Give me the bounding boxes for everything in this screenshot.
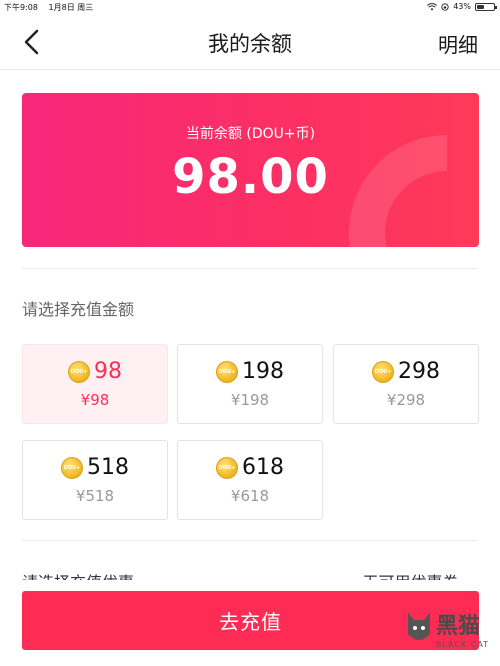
recharge-option-618[interactable]: DOU+ 618 ¥618 bbox=[177, 440, 323, 520]
option-amount: 518 bbox=[87, 455, 129, 480]
status-right: 43% bbox=[427, 2, 497, 11]
option-price: ¥618 bbox=[230, 487, 270, 505]
balance-card: 当前余额 (DOU+币) 98.00 bbox=[22, 93, 479, 247]
option-price: ¥298 bbox=[386, 391, 426, 409]
lock-rotation-icon bbox=[441, 2, 449, 11]
page-title: 我的余额 bbox=[208, 32, 292, 56]
divider bbox=[22, 268, 478, 269]
recharge-option-198[interactable]: DOU+ 198 ¥198 bbox=[177, 344, 323, 424]
option-price: ¥198 bbox=[230, 391, 270, 409]
watermark-sub: BLACK CAT bbox=[436, 640, 490, 649]
option-amount: 98 bbox=[94, 359, 122, 384]
divider bbox=[22, 540, 478, 541]
balance-label: 当前余额 (DOU+币) bbox=[185, 126, 316, 142]
dou-coin-icon: DOU+ bbox=[68, 360, 90, 383]
recharge-option-298[interactable]: DOU+ 298 ¥298 bbox=[333, 344, 479, 424]
watermark: 黑猫 BLACK CAT bbox=[404, 602, 494, 662]
battery-icon bbox=[475, 2, 497, 11]
watermark-text: 黑猫 bbox=[436, 614, 481, 639]
balance-value: 98.00 bbox=[172, 149, 329, 205]
dou-coin-icon: DOU+ bbox=[216, 456, 238, 479]
battery-fill bbox=[477, 4, 484, 9]
discount-row[interactable]: 请选择充值优惠 无可用优惠券 › bbox=[22, 566, 478, 580]
option-price: ¥98 bbox=[80, 391, 110, 409]
detail-link[interactable]: 明细 bbox=[438, 29, 478, 58]
option-price: ¥518 bbox=[75, 487, 115, 505]
nav-bar: 我的余额 明细 bbox=[0, 14, 500, 70]
dou-coin-icon: DOU+ bbox=[372, 360, 394, 383]
status-bar: 下午9:08 1月8日 周三 43% bbox=[0, 0, 500, 14]
status-date: 1月8日 周三 bbox=[48, 3, 94, 12]
option-amount: 618 bbox=[242, 455, 284, 480]
recharge-option-518[interactable]: DOU+ 518 ¥518 bbox=[22, 440, 168, 520]
wifi-icon bbox=[427, 2, 438, 10]
battery-percent: 43% bbox=[453, 2, 471, 11]
dou-coin-icon: DOU+ bbox=[216, 360, 238, 383]
dou-coin-icon: DOU+ bbox=[61, 456, 83, 479]
status-left: 下午9:08 1月8日 周三 bbox=[4, 2, 101, 13]
discount-label: 请选择充值优惠 bbox=[22, 569, 134, 580]
status-time: 下午9:08 bbox=[4, 3, 38, 12]
recharge-option-98[interactable]: DOU+ 98 ¥98 bbox=[22, 344, 168, 424]
section-title: 请选择充值金额 bbox=[22, 300, 135, 319]
option-amount: 298 bbox=[398, 359, 440, 384]
option-amount: 198 bbox=[242, 359, 284, 384]
coupon-status: 无可用优惠券 › bbox=[363, 569, 471, 580]
cat-logo-icon bbox=[408, 612, 430, 640]
